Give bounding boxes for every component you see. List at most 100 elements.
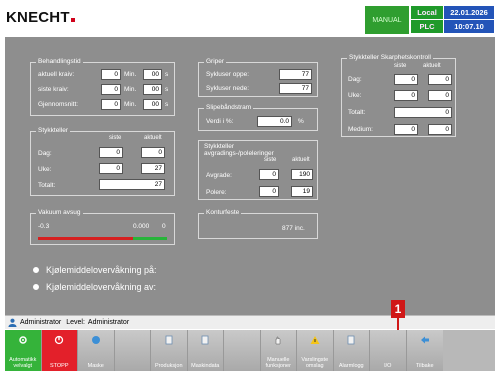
stykkteller-totalt-label: Totalt: (38, 182, 56, 189)
io-label: I/O (384, 363, 392, 369)
avgrade-aktuelt: 190 (291, 169, 313, 180)
io-button[interactable]: I/O (370, 330, 407, 371)
avgrad-title-2: avgradings-/poleleringer (204, 150, 274, 157)
maskindata-label: Maskindata (191, 363, 220, 369)
skarphet-medium-label: Medium: (348, 126, 373, 133)
stykkteller-totalt-aktuelt: 27 (99, 179, 165, 190)
behandlingstid-panel: Behandlingstid aktuell kraiv: 0 Min. 00 … (30, 58, 175, 116)
behandlingstid-title: Behandlingstid (36, 58, 83, 65)
maskindata-button[interactable]: Maskindata (187, 330, 224, 371)
coolant-off-label: Kjølemiddelovervåkning av: (46, 281, 157, 292)
gjennomsnitt-label: Gjennomsnitt: (38, 101, 79, 108)
tilbake-button[interactable]: Tilbake (406, 330, 443, 371)
vakuum-value: 0.000 (133, 223, 150, 230)
stykkteller-title: Stykkteller (36, 127, 70, 134)
alarmlogg-button[interactable]: Alarmlogg (333, 330, 370, 371)
slipebandstram-field: 0.0 (257, 116, 292, 127)
avgrad-col-aktuelt: aktuelt (292, 157, 310, 163)
skarphet-dag-siste: 0 (394, 74, 418, 85)
stop-icon (55, 335, 64, 345)
coolant-on-option[interactable]: Kjølemiddelovervåkning på: (33, 263, 157, 276)
skarphet-panel: Stykkteller Skarphetskontroll siste aktu… (341, 54, 456, 137)
radio-on-icon[interactable] (33, 266, 39, 273)
skarphet-col-aktuelt: aktuelt (423, 63, 441, 69)
produksjon-button[interactable]: Produksjon (151, 330, 188, 371)
avgrad-col-siste: siste (264, 157, 277, 163)
level-label: Level: (66, 319, 85, 326)
skarphet-title: Stykkteller Skarphetskontroll (347, 54, 434, 61)
vakuum-green-bar (133, 237, 167, 240)
skarphet-dag-label: Dag: (348, 76, 362, 83)
siste-sec-unit: s (165, 86, 169, 93)
polere-siste: 0 (259, 186, 279, 197)
stykkteller-dag-label: Dag: (38, 150, 52, 157)
sykluser-oppe-label: Sykluser oppe: (206, 71, 249, 78)
stykkteller-uke-aktuelt: 27 (141, 163, 165, 174)
polere-label: Polere: (206, 189, 227, 196)
stykkteller-col-siste: siste (109, 135, 122, 141)
knecht-logo: KNECHT (6, 9, 75, 26)
skarphet-col-siste: siste (394, 63, 407, 69)
aktuell-sec-field: 00 (143, 69, 162, 80)
siste-sec-field: 00 (143, 84, 162, 95)
sykluser-nede-label: Sykluser nede: (206, 85, 249, 92)
vakuum-max-label: 0 (162, 223, 166, 230)
manuelle-button[interactable]: Manuelle funksjoner (260, 330, 297, 371)
slipebandstram-title: Slipebåndstram (204, 104, 254, 111)
status-grid: Local 22.01.2026 PLC 10:07.10 (411, 6, 495, 34)
avgrad-title-1: Stykkteller (204, 143, 234, 150)
gjennomsnitt-min-unit: Min. (124, 101, 137, 108)
skarphet-totalt-aktuelt: 0 (394, 107, 452, 118)
varsling-button[interactable]: Varslingste omslag (297, 330, 334, 371)
aktuell-label: aktuell kraiv: (38, 71, 75, 78)
varsling-label: Varslingste omslag (301, 357, 329, 369)
globe-icon (91, 336, 100, 344)
stykkteller-uke-siste: 0 (99, 163, 123, 174)
aktuell-sec-unit: s (165, 71, 169, 78)
konturfeste-value: 877 inc. (282, 225, 305, 232)
automatic-label: Automatikk velvalgt (9, 357, 37, 369)
produksjon-label: Produksjon (154, 363, 183, 369)
coolant-options: Kjølemiddelovervåkning på: Kjølemiddelov… (33, 263, 157, 293)
user-bar: Administrator Level: Administrator (5, 315, 495, 329)
siste-label: siste kraiv: (38, 86, 69, 93)
date-display: 22.01.2026 (444, 6, 495, 20)
maske-label: Maske (87, 363, 104, 369)
alarmlogg-label: Alarmlogg (338, 363, 364, 369)
automatic-button[interactable]: Automatikk velvalgt (5, 330, 42, 371)
slipebandstram-label: Verdi i %: (206, 118, 234, 125)
level-value: Administrator (87, 319, 130, 326)
document-icon (165, 335, 173, 345)
gjennomsnitt-sec-unit: s (165, 101, 169, 108)
stykkteller-avgrad-panel: Stykkteller avgradings-/poleleringer sis… (198, 140, 318, 200)
stop-button[interactable]: STOPP (41, 330, 78, 371)
skarphet-medium-aktuelt: 0 (428, 124, 452, 135)
skarphet-totalt-label: Totalt: (348, 109, 366, 116)
slipebandstram-unit: % (298, 118, 304, 125)
bottom-toolbar: Automatikk velvalgt STOPP Maske Produksj… (5, 330, 495, 371)
plc-indicator: PLC (411, 20, 444, 34)
aktuell-min-field: 0 (101, 69, 121, 80)
stykkteller-panel: Stykkteller siste aktuelt Dag: 0 0 Uke: … (30, 127, 175, 196)
header-bar: KNECHT MANUAL Local 22.01.2026 PLC 10:07… (0, 0, 495, 37)
griper-panel: Griper Sykluser oppe: 77 Sykluser nede: … (198, 58, 318, 97)
maske-button[interactable]: Maske (78, 330, 115, 371)
skarphet-dag-aktuelt: 0 (428, 74, 452, 85)
avgrade-label: Avgrade: (206, 172, 232, 179)
vakuum-red-bar (38, 237, 133, 240)
vakuum-panel: Vakuum avsug -0.3 0.000 0 (30, 209, 175, 245)
user-icon (8, 318, 17, 327)
konturfeste-panel: Konturfeste 877 inc. (198, 209, 318, 239)
vakuum-title: Vakuum avsug (36, 209, 83, 216)
callout-line (397, 318, 399, 330)
local-indicator: Local (411, 6, 444, 20)
callout-badge: 1 (391, 300, 405, 318)
toolbar-empty-button-1[interactable] (114, 330, 151, 371)
tilbake-label: Tilbake (415, 363, 434, 369)
manuelle-label: Manuelle funksjoner (265, 357, 291, 369)
siste-min-field: 0 (101, 84, 121, 95)
coolant-off-option[interactable]: Kjølemiddelovervåkning av: (33, 280, 157, 293)
mode-indicator: MANUAL (365, 6, 409, 34)
radio-off-icon[interactable] (33, 283, 39, 290)
toolbar-empty-button-2[interactable] (224, 330, 261, 371)
